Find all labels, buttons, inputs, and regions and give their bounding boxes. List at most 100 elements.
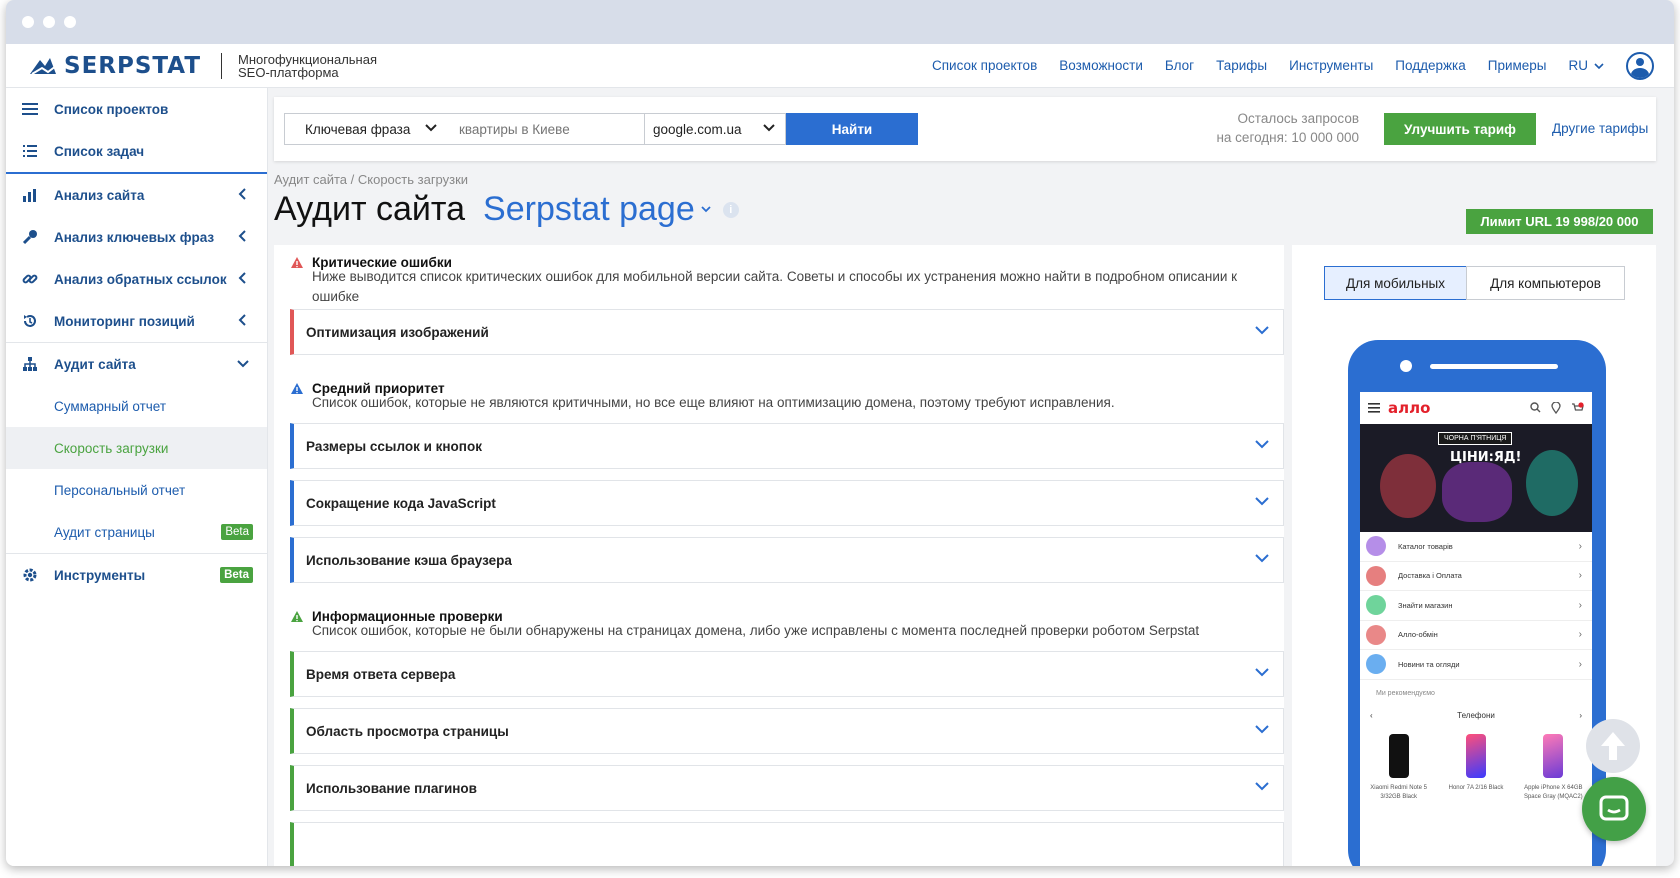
accordion-image-optimization[interactable]: Оптимизация изображений <box>290 309 1284 355</box>
logo[interactable]: SERPSTAT Многофункциональная SEO-платфор… <box>28 52 377 79</box>
chevron-down-icon <box>1255 554 1269 563</box>
chevron-down-icon <box>1255 725 1269 734</box>
sidebar-item-tasks[interactable]: Список задач <box>6 130 267 172</box>
language-selector[interactable]: RU <box>1569 58 1605 73</box>
accordion-viewport[interactable]: Область просмотра страницы <box>290 708 1284 754</box>
recommend-label: Ми рекомендуємо <box>1376 689 1435 697</box>
page-title-text: Аудит сайта <box>274 190 466 228</box>
chat-widget-button[interactable] <box>1582 777 1646 841</box>
accordion-link-button-sizes[interactable]: Размеры ссылок и кнопок <box>290 423 1284 469</box>
product-card[interactable]: Honor 7A 2/16 Black <box>1445 733 1507 802</box>
toggle-mobile[interactable]: Для мобильных <box>1324 266 1467 300</box>
chevron-right-icon: › <box>1578 570 1582 582</box>
logo-text: SERPSTAT <box>64 52 202 79</box>
key-icon <box>20 227 40 247</box>
nav-examples[interactable]: Примеры <box>1488 58 1547 73</box>
quota-line-1: Осталось запросов <box>1237 111 1359 126</box>
sidebar-item-projects[interactable]: Список проектов <box>6 88 267 130</box>
chevron-down-icon <box>1255 668 1269 677</box>
upgrade-plan-button[interactable]: Улучшить тариф <box>1384 113 1536 145</box>
search-engine-select[interactable]: google.com.ua <box>644 113 786 145</box>
project-selector[interactable]: Serpstat page i <box>483 190 739 229</box>
screen-menu-item[interactable]: Доставка і Оплата › <box>1360 562 1592 591</box>
window-maximize-dot[interactable] <box>64 16 76 28</box>
accordion-label: Использование кэша браузера <box>306 552 512 568</box>
screen-menu-label: Алло-обмін <box>1398 630 1438 640</box>
sidebar-item-label: Анализ обратных ссылок <box>54 271 227 287</box>
chevron-down-icon <box>763 124 775 132</box>
find-button[interactable]: Найти <box>786 113 918 145</box>
product-tabs: ‹ Телефони › <box>1360 707 1592 724</box>
accordion-browser-cache[interactable]: Использование кэша браузера <box>290 537 1284 583</box>
product-card[interactable]: Apple iPhone X 64GB Space Gray (MQAC2) <box>1522 733 1584 802</box>
accordion-partial[interactable] <box>290 822 1284 866</box>
product-name: Xiaomi Redmi Note 5 3/32GB Black <box>1370 784 1427 800</box>
section-critical-description: Ниже выводится список критических ошибок… <box>312 269 1238 304</box>
sidebar-item-tools[interactable]: Инструменты Beta <box>6 554 267 596</box>
page-title: Аудит сайта Serpstat page i <box>274 190 739 229</box>
sidebar-item-keyword-analysis[interactable]: Анализ ключевых фраз <box>6 216 267 258</box>
info-icon[interactable]: i <box>722 201 739 218</box>
nav-features[interactable]: Возможности <box>1059 58 1143 73</box>
screen-menu-item[interactable]: Каталог товарів › <box>1360 532 1592 562</box>
search-input[interactable] <box>447 113 645 145</box>
nav-support[interactable]: Поддержка <box>1395 58 1465 73</box>
history-icon <box>20 311 40 331</box>
location-icon <box>1551 402 1561 414</box>
chevron-right-icon: › <box>1578 658 1582 670</box>
screen-menu-label: Знайти магазин <box>1398 600 1453 610</box>
logo-separator <box>221 52 223 79</box>
promo-banner[interactable]: ЧОРНА П'ЯТНИЦЯ ЦІНИ:ЯД! <box>1360 424 1592 532</box>
chevron-down-icon <box>1255 440 1269 449</box>
exchange-icon <box>1366 624 1386 645</box>
screen-header: алло <box>1360 392 1592 424</box>
nav-blog[interactable]: Блог <box>1165 58 1194 73</box>
chevron-left-icon[interactable]: ‹ <box>1370 711 1373 720</box>
sidebar-subitem-load-speed[interactable]: Скорость загрузки <box>6 427 267 469</box>
warning-triangle-icon <box>291 257 303 268</box>
screen-menu-item[interactable]: Новини та огляди › <box>1360 650 1592 680</box>
device-preview-panel: Для мобильных Для компьютеров алло ЧОРНА… <box>1292 245 1656 866</box>
accordion-plugins[interactable]: Использование плагинов <box>290 765 1284 811</box>
logo-tagline: Многофункциональная SEO-платформа <box>238 53 377 79</box>
accordion-minify-javascript[interactable]: Сокращение кода JavaScript <box>290 480 1284 526</box>
sidebar-item-site-analysis[interactable]: Анализ сайта <box>6 174 267 216</box>
browser-chrome <box>6 0 1674 44</box>
window-minimize-dot[interactable] <box>43 16 55 28</box>
product-tab-label[interactable]: Телефони <box>1457 711 1495 720</box>
user-avatar-icon[interactable] <box>1626 51 1654 80</box>
nav-tools[interactable]: Инструменты <box>1289 58 1373 73</box>
banner-decoration <box>1380 454 1436 518</box>
accordion-label: Оптимизация изображений <box>306 324 489 340</box>
screen-menu-item[interactable]: Знайти магазин › <box>1360 591 1592 621</box>
sidebar-item-backlink-analysis[interactable]: Анализ обратных ссылок <box>6 258 267 300</box>
sidebar-subitem-personal-report[interactable]: Персональный отчет <box>6 469 267 511</box>
phone-camera <box>1400 360 1412 372</box>
nav-pricing[interactable]: Тарифы <box>1216 58 1267 73</box>
chevron-right-icon[interactable]: › <box>1579 711 1582 720</box>
sidebar-subitem-summary[interactable]: Суммарный отчет <box>6 385 267 427</box>
accordion-label: Область просмотра страницы <box>306 723 509 739</box>
chevron-right-icon: › <box>1578 629 1582 641</box>
product-card[interactable]: Xiaomi Redmi Note 5 3/32GB Black <box>1368 733 1430 802</box>
accordion-server-response[interactable]: Время ответа сервера <box>290 651 1284 697</box>
requests-quota: Осталось запросов на сегодня: 10 000 000 <box>1204 109 1359 147</box>
nav-projects[interactable]: Список проектов <box>932 58 1037 73</box>
sidebar-item-position-monitoring[interactable]: Мониторинг позиций <box>6 300 267 342</box>
sidebar-item-site-audit[interactable]: Аудит сайта <box>6 343 267 385</box>
phone-speaker <box>1430 364 1558 369</box>
product-list: Xiaomi Redmi Note 5 3/32GB Black Honor 7… <box>1360 724 1592 802</box>
toggle-desktop[interactable]: Для компьютеров <box>1466 266 1625 300</box>
scroll-to-top-button[interactable] <box>1586 719 1640 773</box>
screen-menu-item[interactable]: Алло-обмін › <box>1360 621 1592 650</box>
breadcrumb[interactable]: Аудит сайта / Скорость загрузки <box>274 172 468 187</box>
sidebar-subitem-label: Суммарный отчет <box>54 398 167 414</box>
other-plans-link[interactable]: Другие тарифы <box>1552 121 1648 136</box>
window-close-dot[interactable] <box>22 16 34 28</box>
cart-icon <box>1572 402 1584 411</box>
chevron-down-icon <box>701 206 711 213</box>
search-type-select[interactable]: Ключевая фраза <box>284 113 448 145</box>
warning-triangle-icon <box>291 611 303 622</box>
chevron-right-icon: › <box>1578 540 1582 552</box>
sidebar-subitem-page-audit[interactable]: Аудит страницы Beta <box>6 511 267 553</box>
